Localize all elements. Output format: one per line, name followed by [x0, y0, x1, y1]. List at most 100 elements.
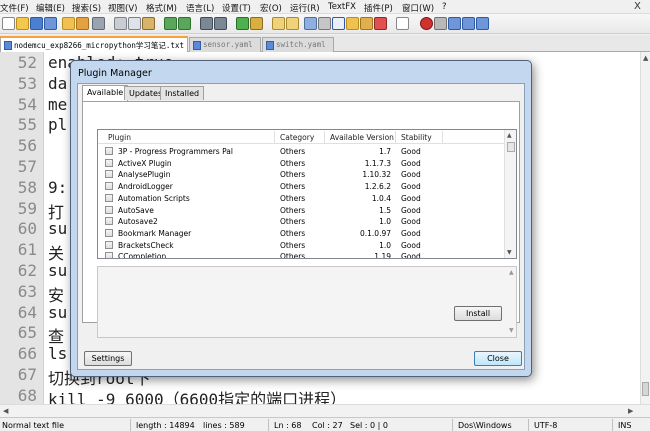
undo-icon[interactable]	[164, 17, 177, 30]
scroll-up-icon[interactable]: ▲	[643, 54, 648, 62]
menu-textfx[interactable]: TextFX	[328, 2, 356, 12]
menu-window[interactable]: 窗口(W)	[402, 2, 434, 14]
scroll-left-icon[interactable]: ◀	[3, 407, 8, 415]
code-line[interactable]: kill -9 6000（6600指定的端口进程）	[48, 386, 346, 404]
plugin-row[interactable]: BracketsCheck Others 1.0 Good	[98, 240, 504, 252]
indent-guide-icon[interactable]	[332, 17, 345, 30]
code-line[interactable]: pl	[48, 115, 67, 134]
close-all-icon[interactable]	[76, 17, 89, 30]
vertical-scroll-thumb[interactable]	[642, 382, 649, 396]
menu-language[interactable]: 语言(L)	[186, 2, 214, 14]
plugin-checkbox[interactable]	[105, 147, 113, 155]
plugin-row[interactable]: AnalysePlugin Others 1.10.32 Good	[98, 169, 504, 181]
tab-nodemcu-notes[interactable]: nodemcu_exp8266_micropython学习笔记.txt ×	[0, 36, 188, 52]
menu-plugins[interactable]: 插件(P)	[364, 2, 393, 14]
find-icon[interactable]	[200, 17, 213, 30]
redo-icon[interactable]	[178, 17, 191, 30]
doc-switcher-icon[interactable]	[396, 17, 409, 30]
menu-run[interactable]: 运行(R)	[290, 2, 320, 14]
scroll-up-icon[interactable]: ▲	[509, 269, 514, 276]
code-line[interactable]: su	[48, 261, 67, 280]
scroll-right-icon[interactable]: ▶	[628, 407, 633, 415]
menu-edit[interactable]: 编辑(E)	[36, 2, 65, 14]
save-macro-icon[interactable]	[476, 17, 489, 30]
column-header-version[interactable]: Available Version	[330, 133, 394, 142]
run-macro-multiple-icon[interactable]	[462, 17, 475, 30]
plugin-row[interactable]: ActiveX Plugin Others 1.1.7.3 Good	[98, 158, 504, 170]
install-button[interactable]: Install	[454, 306, 502, 321]
code-line[interactable]: me	[48, 95, 67, 114]
folder-workspace-icon[interactable]	[374, 17, 387, 30]
new-file-icon[interactable]	[2, 17, 15, 30]
save-all-icon[interactable]	[44, 17, 57, 30]
menu-macro[interactable]: 宏(O)	[260, 2, 282, 14]
close-icon[interactable]	[62, 17, 75, 30]
plugin-checkbox[interactable]	[105, 217, 113, 226]
menu-settings[interactable]: 设置(T)	[222, 2, 251, 14]
tab-close-icon[interactable]: ×	[260, 41, 261, 49]
copy-icon[interactable]	[128, 17, 141, 30]
tab-switch-yaml[interactable]: switch.yaml ×	[262, 37, 334, 52]
horizontal-scrollbar[interactable]: ◀ ▶	[0, 404, 650, 417]
plugin-row[interactable]: AndroidLogger Others 1.2.6.2 Good	[98, 181, 504, 193]
replace-icon[interactable]	[214, 17, 227, 30]
plugin-list-scroll-thumb[interactable]	[507, 142, 515, 152]
plugin-list[interactable]: Plugin Category Available Version Stabil…	[97, 129, 517, 259]
tab-close-icon[interactable]: ×	[333, 41, 334, 49]
tab-sensor-yaml[interactable]: sensor.yaml ×	[189, 37, 261, 52]
open-file-icon[interactable]	[16, 17, 29, 30]
doc-map-icon[interactable]	[346, 17, 359, 30]
column-header-stability[interactable]: Stability	[401, 133, 432, 142]
record-macro-icon[interactable]	[420, 17, 433, 30]
menu-view[interactable]: 视图(V)	[108, 2, 137, 14]
plugin-checkbox[interactable]	[105, 228, 113, 237]
plugin-row[interactable]: Autosave2 Others 1.0 Good	[98, 216, 504, 228]
plugin-checkbox[interactable]	[105, 158, 113, 167]
plugin-checkbox[interactable]	[105, 205, 113, 214]
plugin-row[interactable]: Automation Scripts Others 1.0.4 Good	[98, 193, 504, 205]
stop-macro-icon[interactable]	[434, 17, 447, 30]
tab-installed[interactable]: Installed	[160, 86, 205, 100]
menu-search[interactable]: 搜索(S)	[72, 2, 101, 14]
print-icon[interactable]	[92, 17, 105, 30]
plugin-list-scrollbar[interactable]: ▲ ▼	[504, 130, 516, 258]
plugin-row[interactable]: Bookmark Manager Others 0.1.0.97 Good	[98, 228, 504, 240]
plugin-checkbox[interactable]	[105, 182, 113, 191]
menu-help[interactable]: ?	[442, 2, 447, 12]
show-all-chars-icon[interactable]	[318, 17, 331, 30]
scroll-down-icon[interactable]: ▼	[507, 249, 512, 256]
plugin-checkbox[interactable]	[105, 193, 113, 202]
cut-icon[interactable]	[114, 17, 127, 30]
plugin-checkbox[interactable]	[105, 252, 113, 258]
tab-available[interactable]: Available	[82, 85, 129, 101]
code-line[interactable]: su	[48, 219, 67, 238]
plugin-row[interactable]: AutoSave Others 1.5 Good	[98, 205, 504, 217]
plugin-row[interactable]: 3P - Progress Programmers Pal Others 1.7 Go…	[98, 146, 504, 158]
code-line[interactable]: ls	[48, 344, 67, 363]
save-icon[interactable]	[30, 17, 43, 30]
scroll-down-icon[interactable]: ▼	[509, 327, 514, 334]
column-header-plugin[interactable]: Plugin	[108, 133, 131, 142]
menu-file[interactable]: 文件(F)	[0, 2, 29, 14]
plugin-checkbox[interactable]	[105, 240, 113, 249]
menu-format[interactable]: 格式(M)	[146, 2, 177, 14]
word-wrap-icon[interactable]	[304, 17, 317, 30]
play-macro-icon[interactable]	[448, 17, 461, 30]
scroll-up-icon[interactable]: ▲	[507, 132, 512, 139]
code-line[interactable]: da	[48, 74, 67, 93]
code-line[interactable]: 9:	[48, 178, 67, 197]
plugin-checkbox[interactable]	[105, 170, 113, 179]
sync-h-icon[interactable]	[286, 17, 299, 30]
sync-v-icon[interactable]	[272, 17, 285, 30]
zoom-out-icon[interactable]	[250, 17, 263, 30]
function-list-icon[interactable]	[360, 17, 373, 30]
plugin-row[interactable]: CCompletion Others 1.19 Good	[98, 251, 504, 258]
settings-button[interactable]: Settings	[84, 351, 132, 366]
window-close-icon[interactable]: X	[634, 1, 641, 12]
vertical-scrollbar[interactable]: ▲	[640, 52, 650, 404]
close-button[interactable]: Close	[474, 351, 522, 366]
paste-icon[interactable]	[142, 17, 155, 30]
column-header-category[interactable]: Category	[280, 133, 314, 142]
zoom-in-icon[interactable]	[236, 17, 249, 30]
code-line[interactable]: su	[48, 303, 67, 322]
